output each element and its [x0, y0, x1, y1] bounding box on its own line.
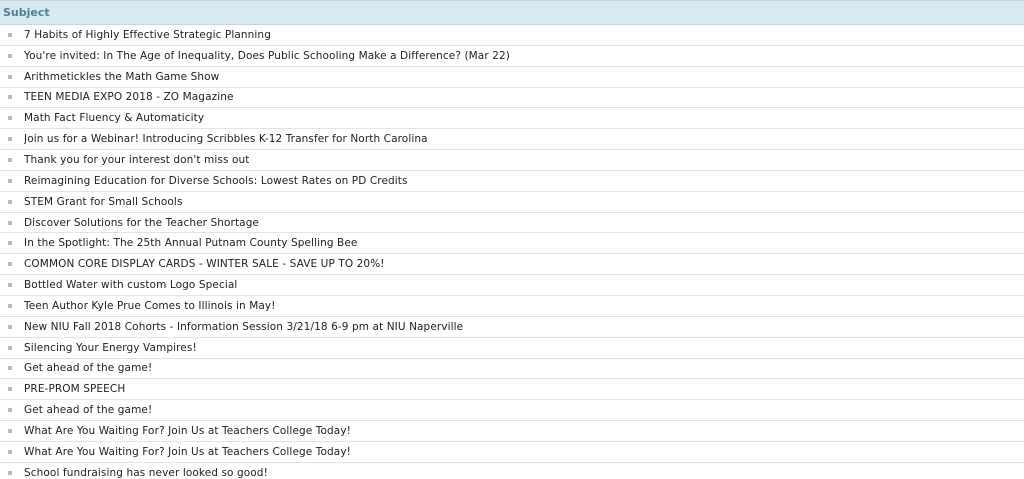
message-subject-link[interactable]: In the Spotlight: The 25th Annual Putnam… — [24, 237, 357, 249]
list-item[interactable]: What Are You Waiting For? Join Us at Tea… — [0, 442, 1024, 463]
bullet-icon — [8, 324, 12, 329]
message-subject-link[interactable]: Join us for a Webinar! Introducing Scrib… — [24, 133, 428, 145]
message-subject-link[interactable]: You're invited: In The Age of Inequality… — [24, 50, 510, 62]
message-subject-link[interactable]: Silencing Your Energy Vampires! — [24, 342, 197, 354]
bullet-icon — [8, 283, 12, 288]
bullet-icon — [8, 262, 12, 267]
bullet-icon — [8, 220, 12, 225]
bullet-icon — [8, 303, 12, 308]
message-subject-link[interactable]: What Are You Waiting For? Join Us at Tea… — [24, 446, 351, 458]
list-item[interactable]: Get ahead of the game! — [0, 400, 1024, 422]
table-header[interactable]: Subject — [0, 0, 1024, 25]
list-item[interactable]: You're invited: In The Age of Inequality… — [0, 46, 1024, 67]
message-subject-link[interactable]: Bottled Water with custom Logo Special — [24, 279, 237, 291]
bullet-icon — [8, 366, 12, 371]
message-subject-link[interactable]: TEEN MEDIA EXPO 2018 - ZO Magazine — [24, 91, 234, 103]
bullet-icon — [8, 470, 12, 475]
bullet-icon — [8, 32, 12, 37]
message-subject-link[interactable]: New NIU Fall 2018 Cohorts - Information … — [24, 321, 463, 333]
bullet-icon — [8, 345, 12, 350]
list-item[interactable]: School fundraising has never looked so g… — [0, 463, 1024, 479]
bullet-icon — [8, 53, 12, 58]
list-item[interactable]: Bottled Water with custom Logo Special — [0, 275, 1024, 296]
list-item[interactable]: 7 Habits of Highly Effective Strategic P… — [0, 25, 1024, 46]
bullet-icon — [8, 137, 12, 142]
message-subject-link[interactable]: Teen Author Kyle Prue Comes to Illinois … — [24, 300, 276, 312]
list-item[interactable]: Get ahead of the game! — [0, 359, 1024, 380]
message-subject-link[interactable]: Thank you for your interest don't miss o… — [24, 154, 249, 166]
list-item[interactable]: Join us for a Webinar! Introducing Scrib… — [0, 129, 1024, 151]
list-item[interactable]: Silencing Your Energy Vampires! — [0, 338, 1024, 359]
bullet-icon — [8, 408, 12, 413]
bullet-icon — [8, 116, 12, 121]
bullet-icon — [8, 241, 12, 246]
message-subject-link[interactable]: PRE-PROM SPEECH — [24, 383, 125, 395]
list-item[interactable]: Discover Solutions for the Teacher Short… — [0, 213, 1024, 234]
list-item[interactable]: Reimagining Education for Diverse School… — [0, 171, 1024, 192]
bullet-icon — [8, 449, 12, 454]
message-subject-link[interactable]: Reimagining Education for Diverse School… — [24, 175, 408, 187]
message-subject-link[interactable]: Discover Solutions for the Teacher Short… — [24, 217, 259, 229]
subject-column-header[interactable]: Subject — [3, 6, 50, 19]
list-item[interactable]: TEEN MEDIA EXPO 2018 - ZO Magazine — [0, 88, 1024, 109]
bullet-icon — [8, 157, 12, 162]
list-item[interactable]: Teen Author Kyle Prue Comes to Illinois … — [0, 296, 1024, 317]
message-subject-link[interactable]: School fundraising has never looked so g… — [24, 467, 268, 479]
bullet-icon — [8, 178, 12, 183]
bullet-icon — [8, 74, 12, 79]
message-list: 7 Habits of Highly Effective Strategic P… — [0, 25, 1024, 479]
message-subject-link[interactable]: Arithmetickles the Math Game Show — [24, 71, 219, 83]
list-item[interactable]: PRE-PROM SPEECH — [0, 379, 1024, 401]
list-item[interactable]: Thank you for your interest don't miss o… — [0, 150, 1024, 171]
message-subject-link[interactable]: What Are You Waiting For? Join Us at Tea… — [24, 425, 351, 437]
list-item[interactable]: STEM Grant for Small Schools — [0, 192, 1024, 213]
message-subject-link[interactable]: COMMON CORE DISPLAY CARDS - WINTER SALE … — [24, 258, 385, 270]
bullet-icon — [8, 428, 12, 433]
list-item[interactable]: What Are You Waiting For? Join Us at Tea… — [0, 421, 1024, 442]
message-subject-link[interactable]: Get ahead of the game! — [24, 362, 152, 374]
message-subject-link[interactable]: Get ahead of the game! — [24, 404, 152, 416]
list-item[interactable]: COMMON CORE DISPLAY CARDS - WINTER SALE … — [0, 254, 1024, 276]
list-item[interactable]: Math Fact Fluency & Automaticity — [0, 108, 1024, 130]
list-item[interactable]: Arithmetickles the Math Game Show — [0, 67, 1024, 88]
message-table: Subject 7 Habits of Highly Effective Str… — [0, 0, 1024, 479]
message-subject-link[interactable]: 7 Habits of Highly Effective Strategic P… — [24, 29, 271, 41]
list-item[interactable]: In the Spotlight: The 25th Annual Putnam… — [0, 233, 1024, 255]
bullet-icon — [8, 199, 12, 204]
bullet-icon — [8, 95, 12, 100]
bullet-icon — [8, 387, 12, 392]
message-subject-link[interactable]: STEM Grant for Small Schools — [24, 196, 183, 208]
message-subject-link[interactable]: Math Fact Fluency & Automaticity — [24, 112, 204, 124]
list-item[interactable]: New NIU Fall 2018 Cohorts - Information … — [0, 317, 1024, 338]
